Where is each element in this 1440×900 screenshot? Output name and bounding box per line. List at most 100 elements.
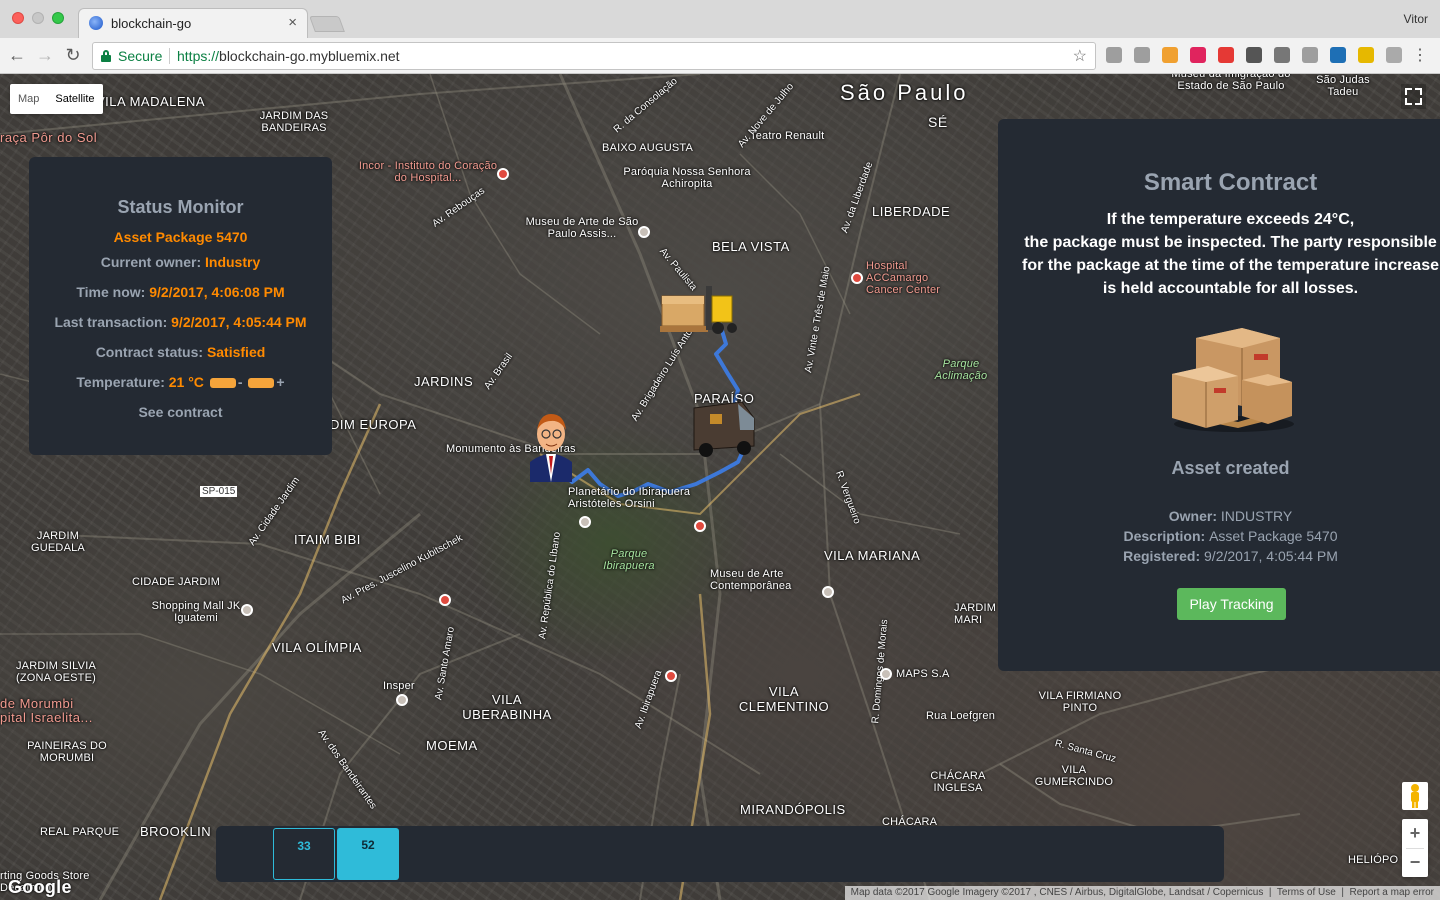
kebab-menu-icon[interactable]: ⋮ [1412,45,1428,65]
map-label-vila-mariana: VILA MARIANA [824,548,921,563]
map-label-real-parque: REAL PARQUE [40,826,120,838]
package-boxes-icon [1172,328,1294,432]
map-attribution: Map data ©2017 Google Imagery ©2017 , CN… [844,886,1440,900]
current-owner-row: Current owner: Industry [29,254,332,270]
adblock-icon[interactable] [1218,47,1234,63]
terms-of-use-link[interactable]: Terms of Use [1277,887,1336,898]
browser-tab[interactable]: blockchain-go × [78,8,308,38]
address-divider [169,48,170,64]
fullscreen-icon[interactable] [1401,84,1426,109]
hospital-marker-icon[interactable] [851,272,863,284]
temperature-value: 21 °C [168,374,204,390]
business-marker-icon[interactable] [880,668,892,680]
pocket-icon[interactable] [1274,47,1290,63]
screen-icon[interactable] [1302,47,1318,63]
lock-icon [101,50,111,62]
delivery-truck-icon[interactable] [688,396,758,458]
contract-description-row: Description: Asset Package 5470 [998,528,1440,544]
close-tab-icon[interactable]: × [288,14,297,31]
puzzle-icon[interactable] [1386,47,1402,63]
contract-status-label: Contract status: [95,344,204,360]
ghost-icon[interactable] [1134,47,1150,63]
map-label-baixo-augusta: BAIXO AUGUSTA [602,142,694,154]
hospital-marker-icon[interactable] [665,670,677,682]
status-monitor-panel: Status Monitor Asset Package 5470 Curren… [29,157,332,455]
museum-marker-icon[interactable] [822,586,834,598]
forward-arrow-icon[interactable]: → [34,44,56,66]
bookmark-star-icon[interactable]: ☆ [1073,46,1087,66]
smart-contract-title: Smart Contract [1143,169,1318,196]
warehouse-forklift-icon[interactable] [660,282,738,338]
map-label-insper: Insper [383,680,415,692]
current-owner-value: Industry [205,254,261,270]
address-bar[interactable]: Secure https://blockchain-go.mybluemix.n… [92,42,1096,70]
map-type-control: Map Satellite [10,84,103,114]
map-label-jardins: JARDINS [414,374,474,389]
map-label-parque-ibirapuera: Parque Ibirapuera [603,548,655,572]
map-label-de-morumbi: de Morumbi [0,696,74,711]
map-label-teatro-renault: Teatro Renault [750,130,825,142]
map-label-museu-arte-sp: Museu de Arte de São Paulo Assis... [525,216,639,240]
map-type-satellite-button[interactable]: Satellite [47,84,102,114]
map-label-itaim-bibi: ITAIM BIBI [294,532,361,547]
cookie-icon[interactable] [1162,47,1178,63]
last-transaction-value: 9/2/2017, 4:05:44 PM [171,314,307,330]
map-label-jardim-guedala: JARDIM GUEDALA [31,530,85,554]
map-label-vila-firmiano: VILA FIRMIANO PINTO [1038,690,1122,714]
map-label-pital-israelita: pital Israelita... [0,710,93,725]
hospital-marker-icon[interactable] [439,594,451,606]
asset-status: Asset created [1171,458,1290,478]
temperature-plus: + [276,374,285,390]
zoom-out-button[interactable]: − [1402,848,1428,877]
smart-contract-panel: Smart Contract If the temperature exceed… [998,119,1440,671]
last-transaction-label: Last transaction: [54,314,168,330]
owner-person-icon[interactable] [526,408,576,482]
block-item[interactable]: 52 [337,828,399,880]
map-label-jardim-europa: DIM EUROPA [330,417,417,432]
satellite-map[interactable]: São Paulo SÉ VILA MADALENA JARDIM DAS BA… [0,74,1440,900]
temperature-decrease-button[interactable] [209,378,236,389]
street-view-pegman-icon[interactable] [1402,782,1428,810]
minimize-window-button[interactable] [32,12,44,24]
profile-name[interactable]: Vitor [1404,12,1428,26]
url-text[interactable]: https://blockchain-go.mybluemix.net [177,48,400,64]
temperature-increase-button[interactable] [248,378,275,389]
map-label-vila-madalena: VILA MADALENA [96,94,206,109]
globe-icon [89,16,103,30]
school-marker-icon[interactable] [396,694,408,706]
smart-contract-text: If the temperature exceeds 24°C, the pac… [998,208,1440,300]
close-window-button[interactable] [12,12,24,24]
new-tab-button[interactable] [309,16,345,32]
maximize-window-button[interactable] [52,12,64,24]
evernote-icon[interactable] [1246,47,1262,63]
time-now-value: 9/2/2017, 4:06:08 PM [149,284,285,300]
contract-description-value: Asset Package 5470 [1209,528,1338,544]
reload-icon[interactable]: ↻ [62,44,84,66]
hospital-marker-icon[interactable] [497,168,509,180]
museum-marker-icon[interactable] [638,226,650,238]
play-tracking-button[interactable]: Play Tracking [1177,588,1286,620]
zoom-in-button[interactable]: + [1402,819,1428,848]
contract-registered-value: 9/2/2017, 4:05:44 PM [1204,548,1338,564]
planetarium-marker-icon[interactable] [579,516,591,528]
map-label-cidade-jardim: CIDADE JARDIM [132,576,221,588]
contract-owner-value: INDUSTRY [1220,508,1293,524]
back-arrow-icon[interactable]: ← [6,44,28,66]
cast-icon[interactable] [1106,47,1122,63]
contract-status-row: Contract status: Satisfied [29,344,332,360]
pen-icon[interactable] [1358,47,1374,63]
map-label-liberdade: LIBERDADE [872,204,951,219]
contract-text-line: the package must be inspected. The party… [1024,234,1437,251]
asset-name: Asset Package 5470 [113,229,248,245]
current-owner-label: Current owner: [100,254,202,270]
see-contract-link[interactable]: See contract [29,404,332,420]
shopping-marker-icon[interactable] [241,604,253,616]
map-label-praca-por-do-sol: raça Pôr do Sol [0,130,98,145]
vue-icon[interactable] [1330,47,1346,63]
block-item[interactable]: 33 [273,828,335,880]
report-map-error-link[interactable]: Report a map error [1350,887,1434,898]
map-type-map-button[interactable]: Map [10,84,47,114]
hospital-marker-icon[interactable] [694,520,706,532]
tag-icon[interactable] [1190,47,1206,63]
map-label-brooklin: BROOKLIN [140,824,212,839]
